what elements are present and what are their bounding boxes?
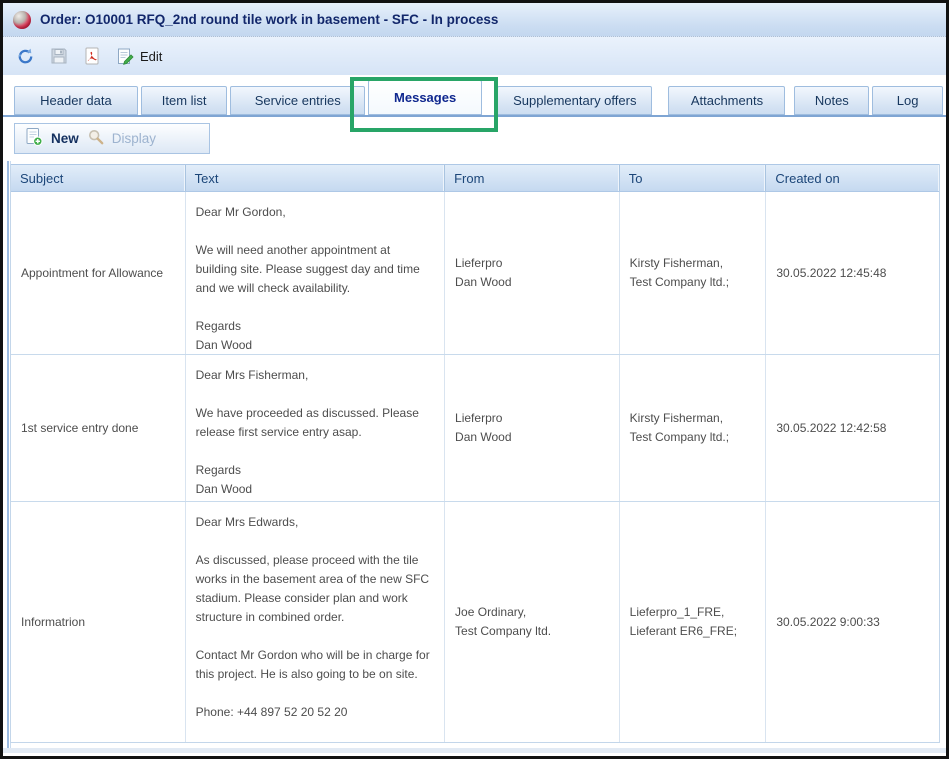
cell-from: Joe Ordinary, Test Company ltd.: [445, 502, 620, 742]
column-header-text[interactable]: Text: [186, 165, 445, 191]
app-logo-icon: [13, 11, 31, 29]
tab-label: Messages: [394, 90, 456, 105]
tab-label: Supplementary offers: [513, 93, 636, 108]
new-button[interactable]: New: [24, 127, 79, 150]
cell-created-on: 30.05.2022 9:00:33: [766, 502, 939, 742]
new-document-icon: [24, 127, 44, 150]
messages-table: Subject Text From To Created on Appointm…: [10, 164, 940, 743]
tab-header-data[interactable]: Header data: [14, 86, 138, 115]
tab-label: Service entries: [255, 93, 341, 108]
tab-label: Item list: [162, 93, 207, 108]
display-button[interactable]: Display: [87, 128, 156, 149]
tab-item-list[interactable]: Item list: [141, 86, 228, 115]
cell-text: Dear Mrs Fisherman, We have proceeded as…: [186, 355, 445, 501]
table-header-row: Subject Text From To Created on: [11, 164, 939, 192]
new-button-label: New: [51, 131, 79, 146]
tab-bar: Header data Item list Service entries Me…: [3, 75, 946, 121]
table-row[interactable]: Appointment for Allowance Dear Mr Gordon…: [11, 192, 939, 355]
cell-created-on: 30.05.2022 12:42:58: [766, 355, 939, 501]
action-button-group: New Display: [14, 123, 210, 154]
window-title: Order: O10001 RFQ_2nd round tile work in…: [40, 12, 498, 27]
cell-to: Kirsty Fisherman, Test Company ltd.;: [620, 192, 767, 354]
cell-to: Lieferpro_1_FRE, Lieferant ER6_FRE;: [620, 502, 767, 742]
cell-subject: Appointment for Allowance: [11, 192, 186, 354]
cell-created-on: 30.05.2022 12:45:48: [766, 192, 939, 354]
tab-log[interactable]: Log: [872, 86, 943, 115]
table-row[interactable]: 1st service entry done Dear Mrs Fisherma…: [11, 355, 939, 502]
title-bar: Order: O10001 RFQ_2nd round tile work in…: [3, 3, 946, 36]
tab-messages[interactable]: Messages: [368, 80, 482, 115]
tab-label: Attachments: [691, 93, 763, 108]
tab-label: Notes: [815, 93, 849, 108]
cell-text: Dear Mr Gordon, We will need another app…: [186, 192, 445, 354]
tab-attachments[interactable]: Attachments: [668, 86, 785, 115]
edit-button[interactable]: Edit: [116, 47, 162, 66]
tab-supplementary-offers[interactable]: Supplementary offers: [497, 86, 652, 115]
cell-subject: 1st service entry done: [11, 355, 186, 501]
column-header-from[interactable]: From: [445, 165, 620, 191]
tab-strip-line: [3, 115, 946, 117]
table-row[interactable]: Informatrion Dear Mrs Edwards, As discus…: [11, 502, 939, 742]
cell-from: Lieferpro Dan Wood: [445, 192, 620, 354]
pdf-button[interactable]: [83, 47, 101, 65]
display-button-label: Display: [112, 131, 156, 146]
refresh-icon: [16, 47, 35, 66]
edit-label: Edit: [140, 49, 162, 64]
tab-service-entries[interactable]: Service entries: [230, 86, 365, 115]
pdf-export-icon: [83, 47, 101, 65]
column-header-created-on[interactable]: Created on: [766, 165, 939, 191]
cell-subject: Informatrion: [11, 502, 186, 742]
tab-notes[interactable]: Notes: [794, 86, 869, 115]
toolbar: Edit: [3, 36, 946, 75]
column-header-subject[interactable]: Subject: [11, 165, 186, 191]
tab-label: Log: [897, 93, 919, 108]
tab-label: Header data: [40, 93, 112, 108]
order-window: Order: O10001 RFQ_2nd round tile work in…: [0, 0, 949, 759]
cell-from: Lieferpro Dan Wood: [445, 355, 620, 501]
search-icon: [87, 128, 105, 149]
edit-icon: [116, 47, 135, 66]
save-icon: [50, 47, 68, 65]
refresh-button[interactable]: [16, 47, 35, 66]
cell-to: Kirsty Fisherman, Test Company ltd.;: [620, 355, 767, 501]
save-button[interactable]: [50, 47, 68, 65]
action-bar: New Display: [3, 121, 946, 161]
horizontal-scrollbar[interactable]: [3, 748, 946, 753]
cell-text: Dear Mrs Edwards, As discussed, please p…: [186, 502, 445, 742]
column-header-to[interactable]: To: [620, 165, 767, 191]
